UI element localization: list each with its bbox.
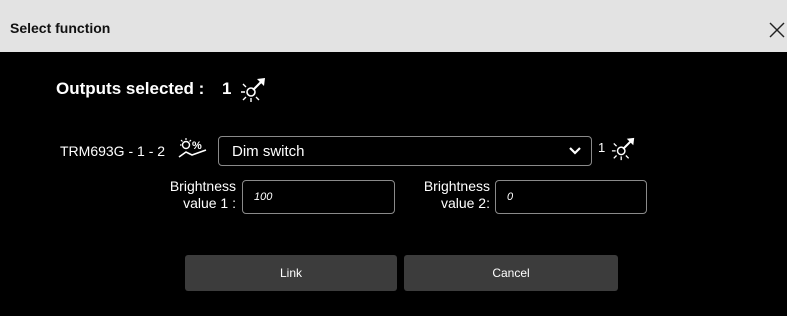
brightness-value-1-label-line2: value 1 : [183, 195, 236, 211]
dialog-title: Select function [10, 20, 111, 36]
dialog-body: Outputs selected : 1 TRM693G - 1 - 2 % D… [8, 52, 787, 316]
cancel-button[interactable]: Cancel [404, 255, 618, 291]
brightness-value-1-input[interactable] [242, 180, 395, 214]
close-button[interactable] [765, 18, 787, 40]
outputs-selected-count: 1 [222, 79, 232, 98]
outputs-selected-label: Outputs selected : [56, 79, 205, 98]
light-output-icon [611, 137, 635, 161]
close-icon [769, 22, 785, 38]
dimmer-percent-icon: % [178, 138, 207, 158]
function-select-value: Dim switch [232, 143, 305, 160]
brightness-value-2-label-line2: value 2: [440, 195, 490, 211]
brightness-value-2-input[interactable] [495, 180, 647, 214]
function-select[interactable]: Dim switch [218, 136, 592, 166]
device-channel-label: TRM693G - 1 - 2 [60, 143, 166, 159]
brightness-value-2-label-line1: Brightness [423, 178, 490, 194]
chevron-down-icon [569, 147, 581, 155]
light-output-icon [241, 78, 265, 102]
brightness-value-1-label-line1: Brightness [169, 178, 236, 194]
brightness-value-2-label: Brightness value 2: [398, 178, 490, 212]
dialog-titlebar: Select function [0, 0, 787, 52]
link-button[interactable]: Link [185, 255, 397, 291]
brightness-value-1-label: Brightness value 1 : [144, 178, 236, 212]
svg-text:%: % [192, 140, 202, 152]
channel-output-count: 1 [598, 140, 606, 155]
